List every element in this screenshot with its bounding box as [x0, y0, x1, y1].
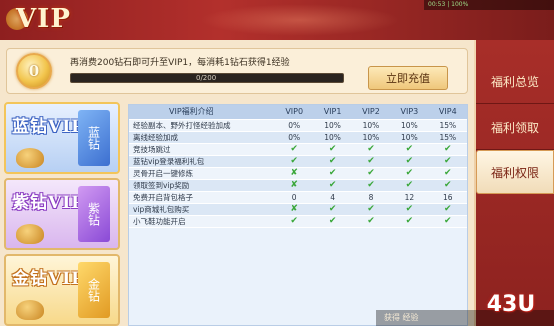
table-row: vip商城礼包购买 ✘ ✔ ✔ ✔ ✔	[129, 203, 467, 216]
treasure-bag-icon	[16, 148, 44, 168]
benefit-value-cell: ✔	[351, 179, 391, 192]
tab-benefits-overview[interactable]: 福利总览	[476, 60, 554, 104]
table-row: 离线经验加成 0% 10% 10% 10% 15%	[129, 131, 467, 144]
blue-book-icon: 蓝钻	[78, 110, 110, 166]
benefit-value-cell: ✔	[313, 167, 352, 180]
page-title: VIP	[16, 4, 71, 34]
table-row: 灵骨开启一键修炼 ✘ ✔ ✔ ✔ ✔	[129, 167, 467, 180]
benefit-name-cell: 蓝钻vip登录福利礼包	[129, 155, 275, 168]
treasure-bag-icon	[16, 224, 44, 244]
benefit-value-cell: ✔	[428, 203, 467, 216]
benefit-value-cell: 0%	[275, 119, 314, 132]
benefit-value-cell: ✔	[390, 215, 429, 228]
benefit-value-cell: ✔	[351, 143, 391, 156]
header-decoration	[200, 4, 400, 36]
tab-benefits-claim[interactable]: 福利领取	[476, 106, 554, 150]
status-bar: 00:53 | 100%	[424, 0, 554, 10]
card-gold-diamond-vip[interactable]: 金钻VIP 金钻	[4, 254, 120, 326]
vip-medal-icon: 0	[16, 53, 52, 89]
card-label: 金钻VIP	[12, 269, 85, 289]
benefit-value-cell: 0%	[275, 131, 314, 144]
purple-book-icon: 紫钻	[78, 186, 110, 242]
benefit-value-cell: ✔	[351, 203, 391, 216]
benefit-value-cell: ✔	[275, 215, 314, 228]
benefit-name-cell: vip商城礼包购买	[129, 203, 275, 216]
benefit-value-cell: ✔	[428, 155, 467, 168]
benefit-name-cell: 小飞鞋功能开启	[129, 215, 275, 228]
table-row: 竞技场跳过 ✔ ✔ ✔ ✔ ✔	[129, 143, 467, 156]
benefit-name-cell: 竞技场跳过	[129, 143, 275, 156]
card-purple-diamond-vip[interactable]: 紫钻VIP 紫钻	[4, 178, 120, 250]
benefit-value-cell: ✔	[351, 155, 391, 168]
benefit-value-cell: 10%	[390, 119, 429, 132]
benefit-value-cell: ✘	[275, 203, 314, 216]
card-blue-diamond-vip[interactable]: 蓝钻VIP 蓝钻	[4, 102, 120, 174]
table-header: VIP0	[275, 105, 314, 120]
benefit-value-cell: ✘	[275, 179, 314, 192]
benefit-value-cell: ✔	[313, 179, 352, 192]
benefit-value-cell: ✔	[313, 143, 352, 156]
site-watermark-logo: 43U	[486, 291, 536, 317]
benefit-value-cell: 0	[275, 191, 314, 204]
table-header-row: VIP福利介绍 VIP0 VIP1 VIP2 VIP3 VIP4	[129, 105, 467, 120]
table-row: 免费开启背包格子 0 4 8 12 16	[129, 191, 467, 204]
benefit-value-cell: ✔	[351, 167, 391, 180]
benefit-value-cell: ✔	[351, 215, 391, 228]
table-row: 小飞鞋功能开启 ✔ ✔ ✔ ✔ ✔	[129, 215, 467, 228]
table-header: VIP福利介绍	[129, 105, 275, 120]
recharge-button[interactable]: 立即充值	[368, 66, 448, 90]
benefit-value-cell: 10%	[351, 131, 391, 144]
card-label: 蓝钻VIP	[12, 117, 85, 137]
benefit-value-cell: ✔	[428, 215, 467, 228]
benefit-name-cell: 领取签到vip奖励	[129, 179, 275, 192]
benefit-value-cell: 15%	[428, 119, 467, 132]
benefit-value-cell: 12	[390, 191, 429, 204]
benefit-value-cell: 4	[313, 191, 352, 204]
benefit-name-cell: 经验副本、野外打怪经验加成	[129, 119, 275, 132]
benefit-value-cell: ✔	[390, 167, 429, 180]
benefit-value-cell: ✔	[313, 155, 352, 168]
benefit-value-cell: ✔	[428, 143, 467, 156]
vip-benefits-table: VIP福利介绍 VIP0 VIP1 VIP2 VIP3 VIP4 经验副本、野外…	[128, 104, 468, 326]
benefit-value-cell: 8	[351, 191, 391, 204]
benefit-value-cell: ✘	[275, 167, 314, 180]
table-row: 领取签到vip奖励 ✘ ✔ ✔ ✔ ✔	[129, 179, 467, 192]
benefit-value-cell: ✔	[313, 203, 352, 216]
benefit-value-cell: ✔	[390, 179, 429, 192]
benefit-value-cell: ✔	[390, 203, 429, 216]
benefit-value-cell: 10%	[313, 131, 352, 144]
gold-book-icon: 金钻	[78, 262, 110, 318]
benefit-name-cell: 灵骨开启一键修炼	[129, 167, 275, 180]
table-row: 经验副本、野外打怪经验加成 0% 10% 10% 10% 15%	[129, 119, 467, 132]
table-header: VIP2	[351, 105, 391, 120]
table-header: VIP4	[428, 105, 467, 120]
progress-value: 0/200	[196, 74, 217, 82]
tab-benefits-privileges[interactable]: 福利权限	[476, 150, 554, 194]
progress-message: 再消费200钻石即可升至VIP1，每消耗1钻石获得1经验	[70, 58, 290, 68]
table-header: VIP3	[390, 105, 429, 120]
benefit-value-cell: ✔	[390, 155, 429, 168]
benefit-value-cell: 10%	[313, 119, 352, 132]
card-label: 紫钻VIP	[12, 193, 85, 213]
benefit-value-cell: ✔	[275, 155, 314, 168]
benefit-name-cell: 免费开启背包格子	[129, 191, 275, 204]
table-row: 蓝钻vip登录福利礼包 ✔ ✔ ✔ ✔ ✔	[129, 155, 467, 168]
benefit-value-cell: 16	[428, 191, 467, 204]
benefit-value-cell: 10%	[351, 119, 391, 132]
benefit-value-cell: ✔	[428, 167, 467, 180]
benefit-value-cell: ✔	[275, 143, 314, 156]
benefit-value-cell: ✔	[390, 143, 429, 156]
benefit-value-cell: ✔	[428, 179, 467, 192]
treasure-bag-icon	[16, 300, 44, 320]
benefit-value-cell: 10%	[390, 131, 429, 144]
benefit-value-cell: ✔	[313, 215, 352, 228]
benefit-name-cell: 离线经验加成	[129, 131, 275, 144]
table-header: VIP1	[313, 105, 352, 120]
benefit-value-cell: 15%	[428, 131, 467, 144]
